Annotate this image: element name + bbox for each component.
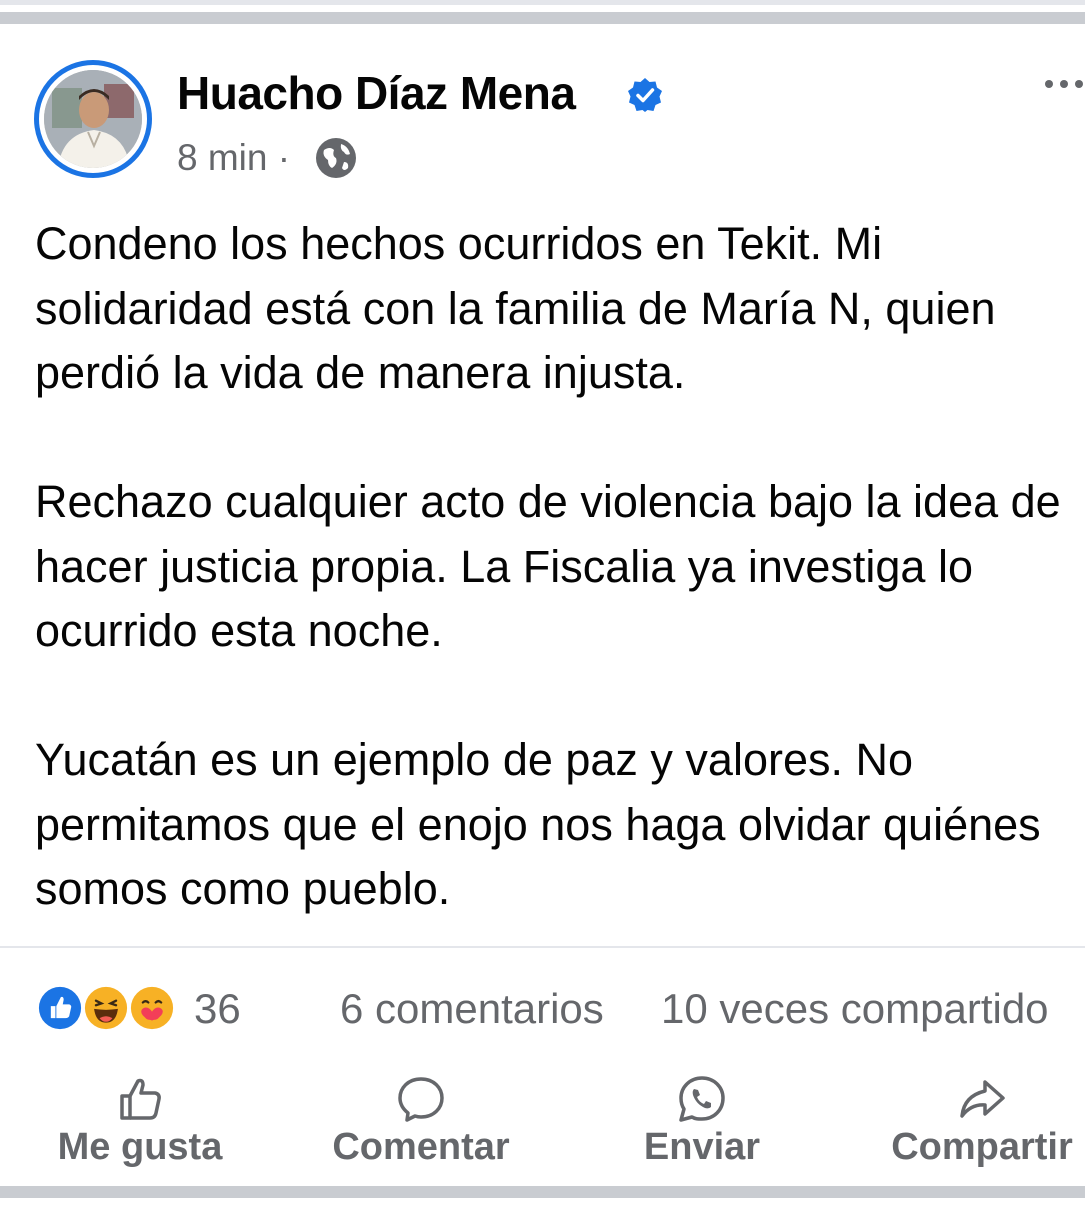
- like-reaction-icon: [36, 984, 84, 1032]
- share-button[interactable]: Compartir: [882, 1074, 1082, 1169]
- reactions-count[interactable]: 36: [194, 985, 241, 1033]
- stats-divider: [0, 946, 1085, 948]
- author-avatar[interactable]: [34, 60, 152, 178]
- send-button[interactable]: Enviar: [636, 1074, 768, 1169]
- comment-label: Comentar: [332, 1126, 510, 1168]
- top-line: [0, 0, 1085, 5]
- comment-button[interactable]: Comentar: [326, 1074, 516, 1169]
- facebook-post-screen: Huacho Díaz Mena 8 min · Condeno los hec…: [0, 0, 1085, 1208]
- feed-separator-top: [0, 12, 1085, 24]
- shares-count[interactable]: 10 veces compartido: [661, 985, 1049, 1033]
- post-time[interactable]: 8 min: [177, 137, 267, 178]
- like-label: Me gusta: [57, 1126, 223, 1168]
- post-meta: 8 min ·: [177, 137, 290, 179]
- share-arrow-icon: [960, 1080, 1005, 1118]
- care-reaction-icon: [128, 984, 176, 1032]
- meta-separator: ·: [277, 137, 291, 178]
- share-label: Compartir: [891, 1126, 1073, 1168]
- post-paragraph: Yucatán es un ejemplo de paz y valores. …: [35, 734, 1041, 914]
- comment-bubble-icon: [398, 1077, 444, 1122]
- post-paragraph: Rechazo cualquier acto de violencia bajo…: [35, 476, 1061, 656]
- haha-reaction-icon: [82, 984, 130, 1032]
- verified-badge-icon: [628, 78, 662, 112]
- whatsapp-icon: [679, 1076, 725, 1122]
- feed-separator-bottom: [0, 1186, 1085, 1198]
- post-text: Condeno los hechos ocurridos en Tekit. M…: [35, 212, 1075, 986]
- thumbs-up-icon: [120, 1078, 161, 1120]
- like-button[interactable]: Me gusta: [50, 1074, 230, 1169]
- send-label: Enviar: [643, 1126, 761, 1168]
- comments-count[interactable]: 6 comentarios: [340, 985, 604, 1033]
- author-name[interactable]: Huacho Díaz Mena: [177, 66, 576, 120]
- more-options-icon[interactable]: [1043, 74, 1085, 94]
- post-paragraph: Condeno los hechos ocurridos en Tekit. M…: [35, 218, 996, 398]
- avatar-photo: [44, 70, 142, 168]
- globe-icon[interactable]: [314, 136, 358, 180]
